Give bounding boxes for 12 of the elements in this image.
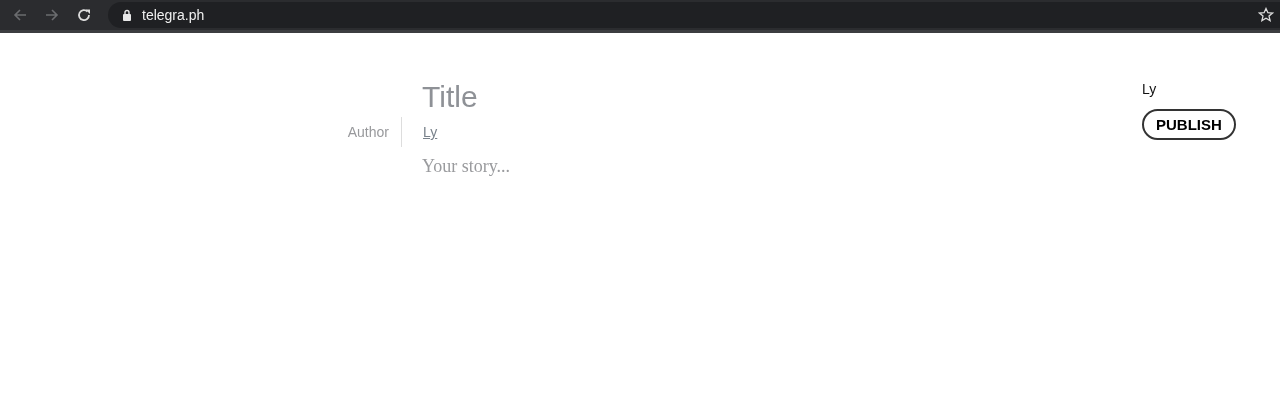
author-field[interactable]: Ly	[423, 117, 623, 147]
title-field[interactable]: Title	[422, 77, 822, 117]
author-label: Author	[347, 124, 389, 140]
forward-arrow-icon[interactable]	[44, 7, 60, 23]
address-bar[interactable]: telegra.ph	[108, 2, 1280, 28]
back-arrow-icon[interactable]	[12, 7, 28, 23]
account-name: Ly	[1142, 81, 1157, 97]
reload-icon[interactable]	[76, 7, 92, 23]
bookmark-star-icon[interactable]	[1258, 7, 1274, 23]
publish-button[interactable]: PUBLISH	[1142, 109, 1236, 140]
lock-icon	[122, 9, 132, 21]
story-field[interactable]: Your story...	[422, 149, 822, 183]
